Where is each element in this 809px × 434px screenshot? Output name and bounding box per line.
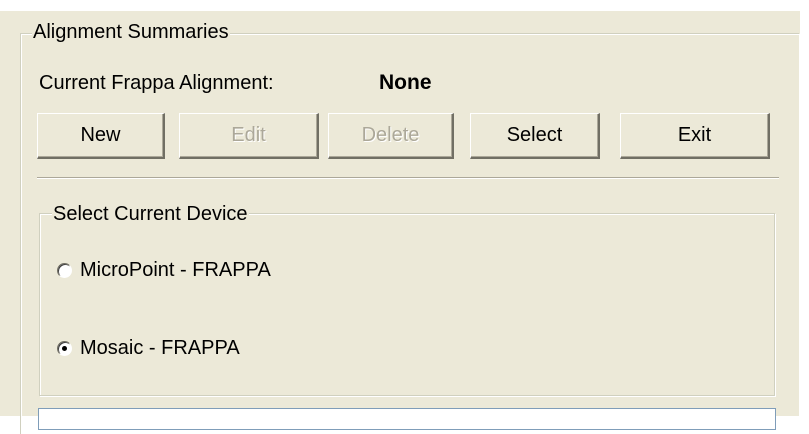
mosaic-radio-label[interactable]: Mosaic - FRAPPA	[80, 337, 240, 360]
micropoint-radio-label[interactable]: MicroPoint - FRAPPA	[80, 259, 271, 282]
micropoint-radio-option[interactable]: MicroPoint - FRAPPA	[57, 259, 271, 282]
mosaic-radio-button[interactable]	[57, 341, 72, 356]
select-device-group	[39, 213, 775, 396]
exit-button[interactable]: Exit	[620, 113, 770, 159]
new-button[interactable]: New	[37, 113, 165, 159]
separator-line	[37, 177, 779, 179]
alignment-summaries-title: Alignment Summaries	[32, 21, 230, 43]
micropoint-radio-button[interactable]	[57, 263, 72, 278]
mosaic-radio-option[interactable]: Mosaic - FRAPPA	[57, 337, 240, 360]
select-button[interactable]: Select	[470, 113, 600, 159]
delete-button[interactable]: Delete	[328, 113, 454, 159]
select-device-title: Select Current Device	[52, 203, 249, 225]
bottom-list-box[interactable]	[38, 408, 776, 430]
edit-button[interactable]: Edit	[179, 113, 319, 159]
current-alignment-value: None	[379, 71, 432, 94]
current-alignment-label: Current Frappa Alignment:	[39, 72, 274, 94]
